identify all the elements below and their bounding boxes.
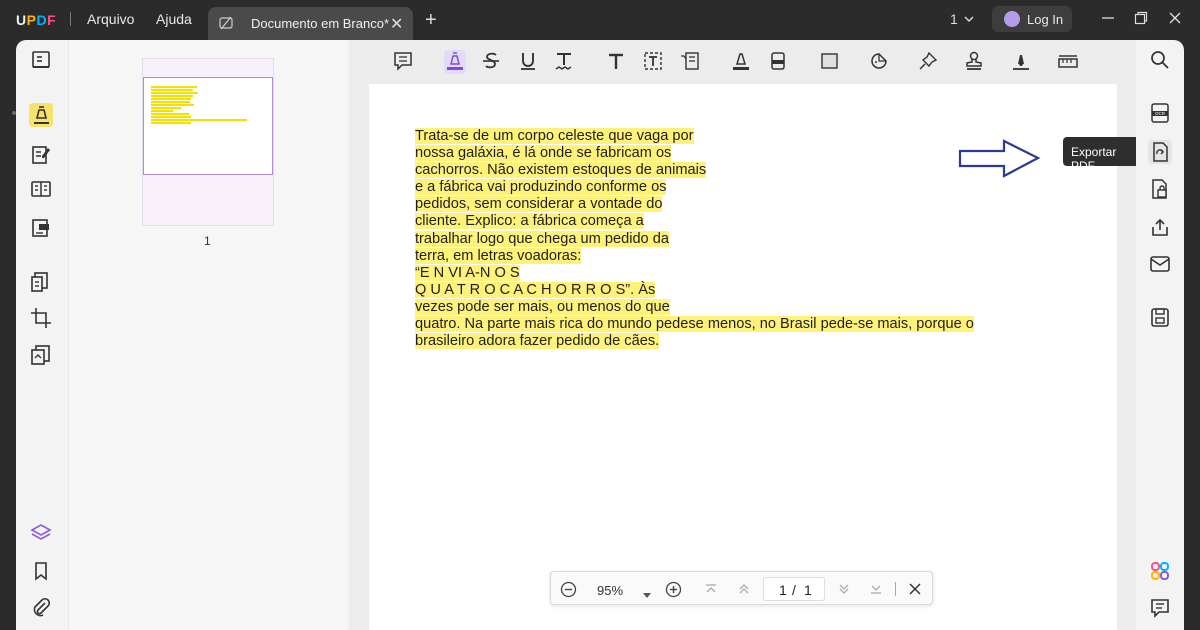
zoom-dropdown-icon[interactable] [643,586,651,604]
email-icon[interactable] [1148,252,1172,276]
avatar [1004,11,1020,27]
pencil-icon[interactable] [730,50,752,74]
last-page-icon[interactable] [869,582,883,601]
next-page-icon[interactable] [837,582,851,601]
title-bar: UPDF Arquivo Ajuda Documento em Branco* … [0,0,1200,40]
export-pdf-tooltip: Exportar PDF [1063,137,1149,173]
text-line: cliente. Explico: a fábrica começa a [415,213,644,230]
signature-icon[interactable] [1010,50,1032,74]
highlighter-icon[interactable] [444,50,466,74]
shapes-icon[interactable] [819,50,841,74]
crop-icon[interactable] [29,306,53,330]
unsaved-doc-icon [218,15,234,36]
right-rail [1136,40,1184,630]
text-callout-icon[interactable] [679,50,701,74]
thumbnail-viewport [143,77,273,175]
edit-pdf-icon[interactable] [29,143,53,167]
note-icon[interactable] [392,50,414,74]
text-line: brasileiro adora fazer pedido de cães. [415,333,660,350]
page-navigation-bar: 95% 1 / 1 [550,571,933,605]
login-label: Log In [1027,12,1064,27]
text-line: terra, em letras voadoras: [415,247,582,264]
text-line: Trata-se de um corpo celeste que vaga po… [415,128,694,144]
text-line: “E N VI A-N O S [415,264,520,281]
page-tools-icon[interactable] [29,343,53,367]
first-page-icon[interactable] [704,582,718,601]
chevron-down-icon[interactable] [963,12,975,30]
text-line: trabalhar logo que chega um pedido da [415,230,669,247]
zoom-in-icon[interactable] [665,581,682,603]
new-tab-button[interactable]: + [425,9,437,32]
text-line: cachorros. Não existem estoques de anima… [415,162,707,179]
text-icon[interactable] [605,50,627,74]
active-mode-indicator [12,111,16,115]
squiggly-icon[interactable] [553,50,575,74]
current-page: 1 [779,582,787,598]
menu-ajuda[interactable]: Ajuda [156,11,192,27]
sticker-icon[interactable] [868,50,890,74]
window-count: 1 [950,11,958,27]
close-window-icon[interactable] [1167,10,1183,31]
convert-icon[interactable] [29,270,53,294]
text-line: vezes pode ser mais, ou menos do que [415,298,670,315]
menu-arquivo[interactable]: Arquivo [87,11,134,27]
text-line: nossa galáxia, é lá onde se fabricam os [415,145,672,162]
text-line: Q U A T R O C A C H O R R O S”. Às [415,281,656,298]
page-separator: / [792,582,796,598]
textbox-icon[interactable] [642,50,664,74]
title-divider [70,12,71,26]
attachment-icon[interactable] [29,596,53,620]
form-icon[interactable] [29,216,53,240]
text-line: e a fábrica vai produzindo conforme os [415,179,667,196]
text-line: pedidos, sem considerar a vontade do [415,196,663,213]
total-pages: 1 [804,582,812,598]
share-icon[interactable] [1148,215,1172,239]
comment-highlight-icon[interactable] [29,103,53,127]
app-logo: UPDF [16,12,57,28]
bookmark-icon[interactable] [29,559,53,583]
stamp-icon[interactable] [963,50,985,74]
page-thumbnail[interactable] [142,58,274,226]
close-tab-icon[interactable]: ✕ [390,14,403,34]
reader-mode-icon[interactable] [29,48,53,72]
strikethrough-icon[interactable] [480,50,502,74]
organize-pages-icon[interactable] [29,177,53,201]
page-number-input[interactable]: 1 / 1 [763,577,825,601]
nav-divider [895,582,896,596]
ai-assistant-icon[interactable] [1148,559,1172,583]
document-tab[interactable]: Documento em Branco* ✕ [208,7,413,40]
ocr-icon[interactable]: OCR [1148,101,1172,125]
protect-icon[interactable] [1148,177,1172,201]
arrow-annotation-icon [958,138,1042,185]
export-pdf-icon[interactable] [1148,140,1172,164]
svg-text:OCR: OCR [1155,111,1166,116]
previous-page-icon[interactable] [737,582,751,601]
restore-icon[interactable] [1133,10,1149,31]
save-icon[interactable] [1148,305,1172,329]
text-line: quatro. Na parte mais rica do mundo pede… [415,316,974,333]
close-nav-icon[interactable] [908,582,922,601]
eraser-icon[interactable] [767,50,789,74]
thumbnail-page-number: 1 [204,234,211,248]
zoom-out-icon[interactable] [560,581,577,603]
minimize-icon[interactable] [1100,10,1116,31]
comment-list-icon[interactable] [1148,596,1172,620]
underline-icon[interactable] [517,50,539,74]
pin-icon[interactable] [917,50,939,74]
layers-icon[interactable] [29,521,53,545]
zoom-level[interactable]: 95% [597,583,623,598]
document-text[interactable]: Trata-se de um corpo celeste que vaga po… [415,128,974,350]
search-icon[interactable] [1148,48,1172,72]
tab-title: Documento em Branco* [251,16,390,31]
annotation-toolbar [349,40,1136,103]
login-button[interactable]: Log In [992,6,1072,32]
measure-icon[interactable] [1057,50,1079,74]
